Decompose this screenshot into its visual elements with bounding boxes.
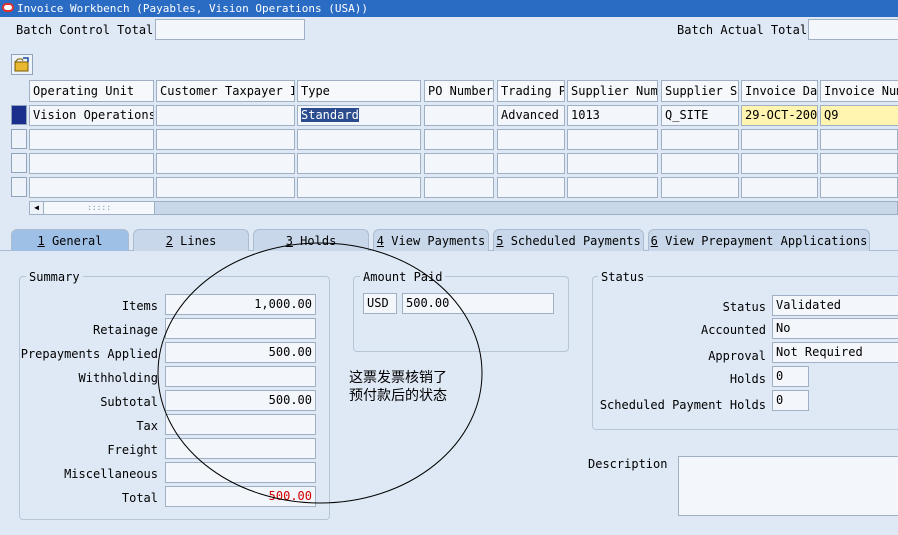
row1-invoice-date[interactable]: 29-OCT-2009 [741, 105, 818, 126]
tab-general-number: 1 [37, 234, 45, 248]
row1-invoice-num[interactable]: Q9 [820, 105, 898, 126]
window-title: Invoice Workbench (Payables, Vision Oper… [17, 2, 368, 15]
empty-cell[interactable] [661, 129, 739, 150]
description-label: Description [588, 457, 668, 471]
column-header-operating-unit[interactable]: Operating Unit [29, 80, 154, 102]
empty-cell[interactable] [497, 153, 565, 174]
row1-type[interactable]: Standard [297, 105, 421, 126]
retainage-label: Retainage [92, 323, 158, 337]
row-selector-2[interactable] [11, 129, 27, 149]
status-label: Status [722, 300, 766, 314]
row-selector-4[interactable] [11, 177, 27, 197]
annotation-line-2: 预付款后的状态 [349, 388, 447, 404]
empty-cell[interactable] [820, 153, 898, 174]
column-header-supplier-site[interactable]: Supplier S [661, 80, 739, 102]
empty-cell[interactable] [424, 129, 494, 150]
row-selector-1[interactable] [11, 105, 27, 125]
column-header-supplier-num[interactable]: Supplier Num [567, 80, 658, 102]
empty-cell[interactable] [820, 129, 898, 150]
row1-operating-unit[interactable]: Vision Operations [29, 105, 154, 126]
empty-cell[interactable] [424, 153, 494, 174]
empty-cell[interactable] [424, 177, 494, 198]
tab-general-label: General [51, 234, 103, 248]
subtotal-label: Subtotal [100, 395, 158, 409]
approval-field[interactable]: Not Required [772, 342, 898, 363]
approval-label: Approval [708, 349, 766, 363]
empty-cell[interactable] [567, 177, 658, 198]
row1-customer-taxpayer[interactable] [156, 105, 295, 126]
empty-cell[interactable] [820, 177, 898, 198]
tab-view-prepayment-applications[interactable]: 6 View Prepayment Applications [648, 229, 870, 251]
tab-scheduled-payments[interactable]: 5 Scheduled Payments [493, 229, 644, 251]
accounted-label: Accounted [700, 323, 766, 337]
column-header-trading-partner[interactable]: Trading P [497, 80, 565, 102]
status-title: Status [598, 270, 648, 284]
empty-cell[interactable] [297, 177, 421, 198]
empty-cell[interactable] [29, 153, 154, 174]
scheduled-payment-holds-label: Scheduled Payment Holds [599, 398, 766, 412]
empty-cell[interactable] [297, 129, 421, 150]
empty-cell[interactable] [29, 177, 154, 198]
row1-supplier-site[interactable]: Q_SITE [661, 105, 739, 126]
empty-cell[interactable] [567, 129, 658, 150]
empty-cell[interactable] [741, 153, 818, 174]
status-field[interactable]: Validated [772, 295, 898, 316]
scroll-thumb[interactable]: ::::: [44, 202, 155, 214]
open-folder-icon [14, 57, 29, 72]
freight-label: Freight [107, 443, 158, 457]
column-header-invoice-num[interactable]: Invoice Num [820, 80, 898, 102]
empty-cell[interactable] [29, 129, 154, 150]
holds-label: Holds [729, 372, 766, 386]
batch-control-total-label: Batch Control Total [16, 23, 154, 37]
tab-general[interactable]: 1 General [11, 229, 129, 251]
tab-view-prepayment-applications-label: View Prepayment Applications [665, 234, 868, 248]
row1-trading-partner[interactable]: Advanced [497, 105, 565, 126]
empty-cell[interactable] [297, 153, 421, 174]
summary-title: Summary [26, 270, 83, 284]
column-header-customer-taxpayer[interactable]: Customer Taxpayer I [156, 80, 295, 102]
withholding-label: Withholding [78, 371, 158, 385]
empty-cell[interactable] [497, 129, 565, 150]
window-titlebar: Invoice Workbench (Payables, Vision Oper… [0, 0, 898, 17]
empty-cell[interactable] [156, 129, 295, 150]
row1-supplier-num[interactable]: 1013 [567, 105, 658, 126]
empty-cell[interactable] [497, 177, 565, 198]
batch-actual-total-field[interactable] [808, 19, 898, 40]
total-label: Total [121, 491, 158, 505]
row1-po-number[interactable] [424, 105, 494, 126]
scroll-left-arrow-icon[interactable]: ◀ [30, 202, 44, 214]
annotation-line-1: 这票发票核销了 [349, 370, 447, 386]
description-field[interactable] [678, 456, 898, 516]
empty-cell[interactable] [567, 153, 658, 174]
holds-field[interactable]: 0 [772, 366, 809, 387]
folder-button[interactable] [11, 54, 33, 75]
tab-view-prepayment-applications-number: 6 [650, 234, 658, 248]
column-header-type[interactable]: Type [297, 80, 421, 102]
tab-scheduled-payments-label: Scheduled Payments [510, 234, 641, 248]
tab-scheduled-payments-number: 5 [496, 234, 504, 248]
empty-cell[interactable] [741, 129, 818, 150]
empty-cell[interactable] [741, 177, 818, 198]
column-header-invoice-date[interactable]: Invoice Dat [741, 80, 818, 102]
empty-cell[interactable] [661, 177, 739, 198]
annotation-note: 这票发票核销了 预付款后的状态 [349, 369, 447, 405]
batch-control-total-field[interactable] [155, 19, 305, 40]
row-selector-3[interactable] [11, 153, 27, 173]
miscellaneous-label: Miscellaneous [64, 467, 158, 481]
batch-actual-total-label: Batch Actual Total [677, 23, 808, 37]
horizontal-scrollbar[interactable]: ◀ ::::: [29, 201, 898, 215]
empty-cell[interactable] [156, 153, 295, 174]
prepayments-applied-label: Prepayments Applied [20, 347, 158, 361]
row1-type-value: Standard [301, 108, 359, 122]
accounted-field[interactable]: No [772, 318, 898, 339]
items-label: Items [121, 299, 158, 313]
empty-cell[interactable] [661, 153, 739, 174]
empty-cell[interactable] [156, 177, 295, 198]
oracle-logo-icon [2, 3, 14, 12]
scheduled-payment-holds-field[interactable]: 0 [772, 390, 809, 411]
column-header-po-number[interactable]: PO Number [424, 80, 494, 102]
